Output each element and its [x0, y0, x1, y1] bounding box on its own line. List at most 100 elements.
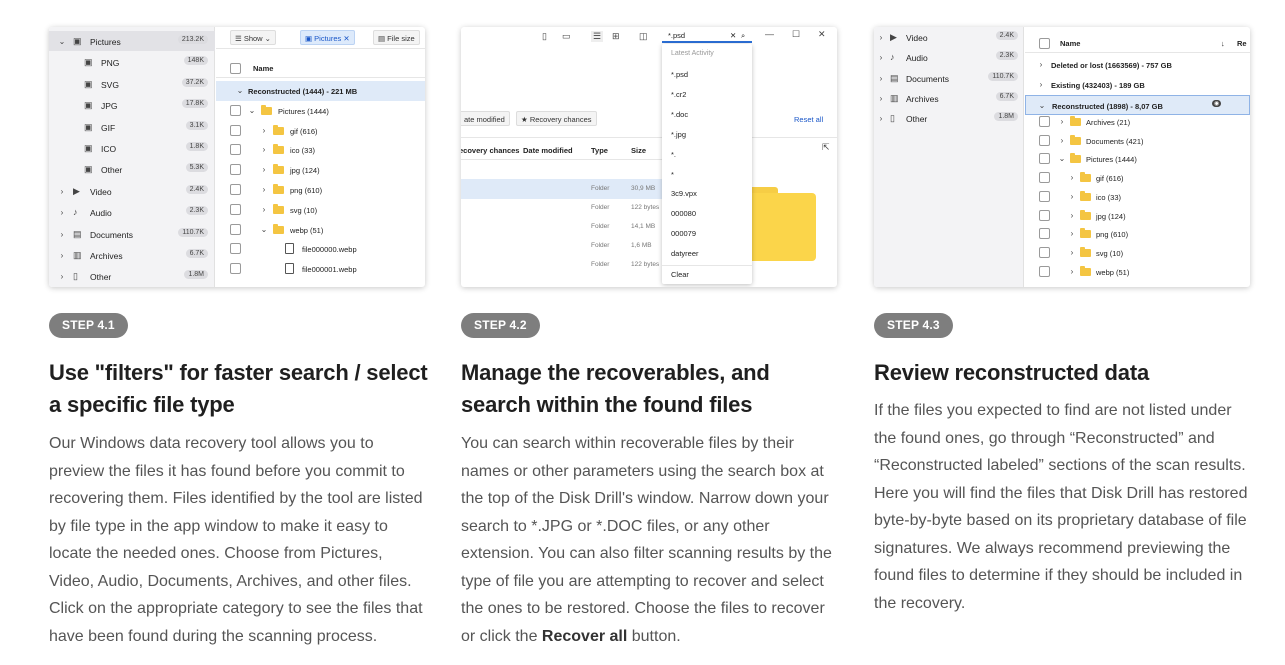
chevron-right-icon[interactable]: › [260, 126, 268, 135]
chevron-right-icon[interactable]: › [260, 165, 268, 174]
sidebar-item[interactable]: ▣ JPG 17.8K [49, 95, 215, 115]
row-checkbox[interactable] [230, 164, 241, 176]
sidebar-item[interactable]: ▣ GIF 3.1K [49, 117, 215, 137]
table-row[interactable]: ⌄ Pictures (1444) [1025, 149, 1250, 169]
chevron-right-icon[interactable]: › [1068, 192, 1076, 201]
show-dropdown[interactable]: ☰ Show ⌄ [230, 30, 276, 45]
maximize-icon[interactable]: ☐ [792, 29, 800, 40]
size-column[interactable]: Size [631, 146, 646, 155]
row-checkbox[interactable] [1039, 134, 1050, 146]
table-row[interactable]: › jpg (124) [216, 160, 425, 180]
chevron-down-icon[interactable]: ⌄ [58, 37, 66, 46]
chevron-right-icon[interactable]: › [877, 74, 885, 83]
list-view-icon[interactable]: ☰ [591, 31, 604, 42]
search-icon[interactable]: ⌕ [741, 31, 745, 41]
chevron-right-icon[interactable]: › [1037, 80, 1045, 89]
chevron-right-icon[interactable]: › [877, 33, 885, 42]
table-row[interactable]: › Archives (21) [1025, 112, 1250, 132]
table-row[interactable]: ⌄ Reconstructed (1444) - 221 MB [216, 81, 425, 101]
result-row[interactable]: Folder 122 bytes [461, 198, 666, 218]
preview-pane-icon[interactable]: ◫ [639, 31, 648, 42]
table-row[interactable]: › svg (10) [1025, 243, 1250, 263]
folder-icon[interactable]: ▭ [562, 31, 571, 42]
chevron-right-icon[interactable]: › [877, 53, 885, 62]
name-column-header[interactable]: Name [253, 64, 273, 73]
result-row[interactable]: Folder 122 bytes [461, 255, 666, 275]
chevron-right-icon[interactable]: › [1058, 136, 1066, 145]
row-checkbox[interactable] [1039, 265, 1050, 277]
chevron-right-icon[interactable]: › [58, 187, 66, 196]
table-row[interactable]: file000000.webp [216, 239, 425, 259]
row-checkbox[interactable] [230, 243, 241, 255]
chevron-down-icon[interactable]: ⌄ [1038, 101, 1046, 110]
chevron-right-icon[interactable]: › [58, 251, 66, 260]
chevron-down-icon[interactable]: ⌄ [248, 106, 256, 115]
sidebar-item[interactable]: › ▥ Archives 6.7K [874, 88, 1024, 108]
sidebar-item[interactable]: › ▶ Video 2.4K [874, 27, 1024, 47]
recent-search-item[interactable]: *.doc [671, 110, 688, 119]
chevron-right-icon[interactable]: › [877, 94, 885, 103]
row-checkbox[interactable] [230, 144, 241, 156]
sort-arrow-icon[interactable]: ↓ [1221, 39, 1225, 48]
sidebar-item[interactable]: › ♪ Audio 2.3K [49, 202, 215, 222]
chevron-right-icon[interactable]: › [1037, 60, 1045, 69]
date-modified-filter-chip[interactable]: ate modified [461, 111, 510, 126]
recent-search-item[interactable]: *.psd [671, 70, 688, 79]
table-row[interactable]: › svg (10) [216, 200, 425, 220]
table-row[interactable]: › ico (33) [1025, 187, 1250, 207]
chevron-right-icon[interactable]: › [260, 205, 268, 214]
row-checkbox[interactable] [230, 203, 241, 215]
chevron-right-icon[interactable]: › [1068, 267, 1076, 276]
row-checkbox[interactable] [1039, 116, 1050, 127]
sidebar-item[interactable]: ▣ ICO 1.8K [49, 138, 215, 158]
chevron-down-icon[interactable]: ⌄ [1058, 154, 1066, 163]
grid-view-icon[interactable]: ⊞ [612, 31, 620, 42]
recent-search-item[interactable]: 000079 [671, 229, 696, 238]
table-row[interactable]: › gif (616) [1025, 168, 1250, 188]
sidebar-item[interactable]: ⌄ ▣ Pictures 213.2K [49, 31, 215, 51]
minimize-icon[interactable]: — [765, 29, 774, 39]
table-row[interactable]: › webp (51) [1025, 262, 1250, 282]
close-window-icon[interactable]: ✕ [818, 29, 826, 40]
row-checkbox[interactable] [230, 223, 241, 235]
open-external-icon[interactable]: ⇱ [822, 142, 830, 153]
sidebar-item[interactable]: ▣ SVG 37.2K [49, 74, 215, 94]
sidebar-item[interactable]: › ▶ Video 2.4K [49, 181, 215, 201]
row-checkbox[interactable] [1039, 246, 1050, 258]
clear-search-icon[interactable]: ✕ [730, 31, 736, 40]
type-column[interactable]: Type [591, 146, 608, 155]
result-row[interactable]: Folder 1,6 MB [461, 236, 666, 256]
chevron-right-icon[interactable]: › [1068, 173, 1076, 182]
table-row[interactable]: ⌄ Pictures (1444) [216, 101, 425, 121]
table-row[interactable]: › jpg (124) [1025, 206, 1250, 226]
recent-search-item[interactable]: *.cr2 [671, 90, 686, 99]
sidebar-item[interactable]: › ▥ Archives 6.7K [49, 245, 215, 265]
row-checkbox[interactable] [1039, 228, 1050, 240]
recovery-chances-column[interactable]: ecovery chances [461, 146, 519, 155]
recent-search-item[interactable]: 3c9.vpx [671, 189, 697, 198]
sidebar-item[interactable]: › ▤ Documents 110.7K [49, 224, 215, 244]
eye-icon[interactable]: ◉ [1212, 100, 1222, 107]
recent-search-item[interactable]: *. [671, 150, 676, 159]
row-checkbox[interactable] [230, 104, 241, 116]
table-row[interactable]: › gif (616) [216, 121, 425, 141]
row-checkbox[interactable] [1039, 172, 1050, 184]
pictures-filter-chip[interactable]: ▣ Pictures ✕ [300, 30, 355, 45]
select-all-checkbox[interactable] [230, 63, 241, 74]
recent-search-item[interactable]: 000080 [671, 209, 696, 218]
date-modified-column[interactable]: Date modified [523, 146, 573, 155]
sidebar-item[interactable]: › ▤ Documents 110.7K [874, 68, 1024, 88]
group-row[interactable]: › Deleted or lost (1663569) - 757 GB [1025, 55, 1250, 75]
row-checkbox[interactable] [1039, 209, 1050, 221]
file-size-filter-chip[interactable]: ▤ File size [373, 30, 420, 45]
table-row[interactable]: › Documents (421) [1025, 131, 1250, 151]
result-row[interactable]: Folder 14,1 MB [461, 217, 666, 237]
close-icon[interactable]: ✕ [343, 34, 349, 43]
chevron-right-icon[interactable]: › [260, 185, 268, 194]
clear-history-button[interactable]: Clear [671, 270, 689, 279]
table-row[interactable]: file000001.webp [216, 259, 425, 279]
search-input[interactable]: *.psd ✕ ⌕ [662, 29, 752, 43]
row-checkbox[interactable] [1039, 190, 1050, 202]
select-all-checkbox[interactable] [1039, 38, 1050, 49]
table-row[interactable]: › ico (33) [216, 140, 425, 160]
